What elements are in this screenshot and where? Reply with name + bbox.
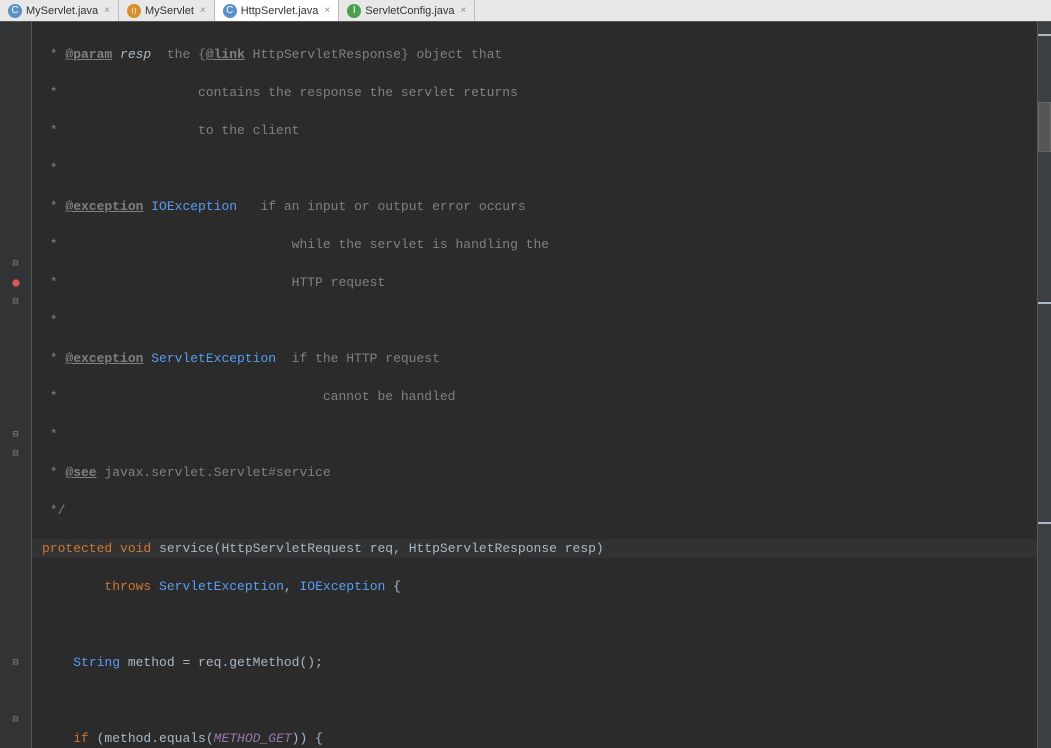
tab-myservlet-java[interactable]: C MyServlet.java × (0, 0, 119, 21)
scrollbar-vertical[interactable] (1037, 22, 1051, 748)
current-line: protected void service(HttpServletReques… (32, 539, 1037, 558)
close-icon[interactable]: × (104, 5, 110, 16)
tab-label: MyServlet (145, 5, 194, 17)
tab-httpservlet[interactable]: C HttpServlet.java × (215, 0, 340, 21)
class-icon: C (223, 4, 237, 18)
breakpoint-icon[interactable] (12, 279, 20, 287)
fold-minus-icon[interactable]: ⊟ (12, 258, 18, 270)
tab-label: HttpServlet.java (241, 5, 319, 17)
fold-minus-icon[interactable]: ⊟ (12, 657, 18, 669)
scroll-mark[interactable] (1038, 34, 1051, 36)
tab-label: MyServlet.java (26, 5, 98, 17)
tab-myservlet-jsp[interactable]: ⟨⟩ MyServlet × (119, 0, 215, 21)
interface-icon: I (347, 4, 361, 18)
fold-minus-icon[interactable]: ⊟ (12, 429, 18, 441)
scroll-mark[interactable] (1038, 302, 1051, 304)
class-icon: C (8, 4, 22, 18)
fold-minus-icon[interactable]: ⊟ (12, 296, 18, 308)
scroll-mark[interactable] (1038, 522, 1051, 524)
jsp-icon: ⟨⟩ (127, 4, 141, 18)
tab-bar: C MyServlet.java × ⟨⟩ MyServlet × C Http… (0, 0, 1051, 22)
fold-minus-icon[interactable]: ⊟ (12, 448, 18, 460)
close-icon[interactable]: × (200, 5, 206, 16)
tab-servletconfig[interactable]: I ServletConfig.java × (339, 0, 475, 21)
gutter[interactable]: ⊟ ⊟ ⊟ ⊟ ⊟ ⊟ (0, 22, 32, 748)
close-icon[interactable]: × (461, 5, 467, 16)
code-editor[interactable]: * @param resp the {@link HttpServletResp… (32, 22, 1037, 748)
close-icon[interactable]: × (324, 5, 330, 16)
tab-label: ServletConfig.java (365, 5, 454, 17)
ide-editor: C MyServlet.java × ⟨⟩ MyServlet × C Http… (0, 0, 1051, 748)
editor-body: ⊟ ⊟ ⊟ ⊟ ⊟ ⊟ * @param resp the {@link Htt… (0, 22, 1051, 748)
scroll-thumb[interactable] (1038, 102, 1051, 152)
fold-minus-icon[interactable]: ⊟ (12, 714, 18, 726)
